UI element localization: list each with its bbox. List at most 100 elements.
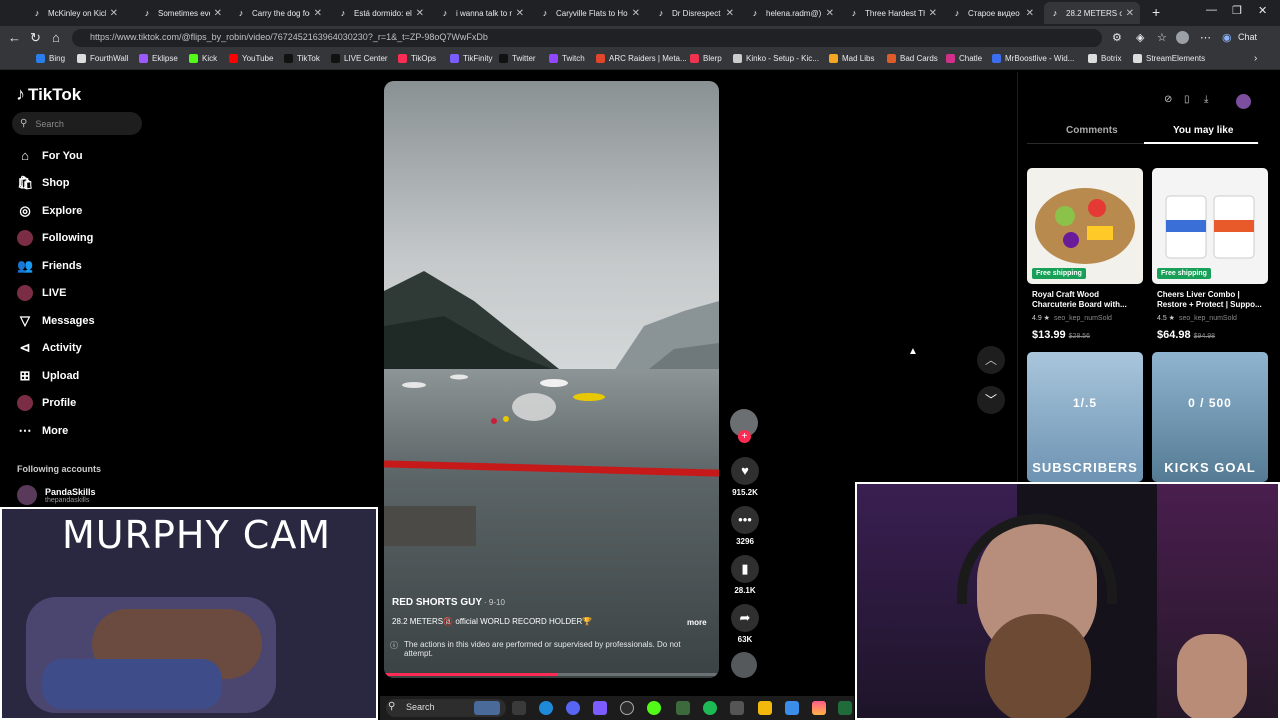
browser-tab[interactable]: ♪McKinley on Kick (8...✕ <box>26 2 124 24</box>
bookmark-item[interactable]: LIVE Center <box>331 54 388 63</box>
bookmark-item[interactable]: Botrix <box>1088 54 1121 63</box>
excel-icon[interactable] <box>838 701 852 715</box>
bookmark-item[interactable]: TikTok <box>284 54 320 63</box>
nav-item[interactable]: Profile <box>17 394 76 412</box>
nav-item[interactable]: ◎ Explore <box>17 202 82 220</box>
bookmark-item[interactable]: Mad Libs <box>829 54 874 63</box>
close-tab-icon[interactable]: ✕ <box>110 8 118 19</box>
back-icon[interactable]: ← <box>8 30 21 45</box>
nav-item[interactable]: 🛍 Shop <box>17 174 70 192</box>
nav-item[interactable]: ▽ Messages <box>17 312 95 330</box>
profile-avatar[interactable] <box>1176 31 1189 44</box>
browser-tab[interactable]: ♪helena.radm@) ...✕ <box>744 2 840 24</box>
video-player[interactable]: RED SHORTS GUY · 9-10 28.2 METERS🔞 offic… <box>384 81 719 678</box>
close-tab-icon[interactable]: ✕ <box>214 8 222 19</box>
suggested-video-card[interactable]: 0 / 500 KICKS GOAL <box>1152 352 1268 482</box>
close-tab-icon[interactable]: ✕ <box>1026 8 1034 19</box>
browser-tab[interactable]: ♪Está dormido: el ser...✕ <box>332 2 430 24</box>
bookmark-item[interactable]: FourthWall <box>77 54 128 63</box>
widget-icon[interactable] <box>474 701 500 715</box>
tab-comments[interactable]: Comments <box>1066 125 1118 136</box>
task-view-icon[interactable] <box>512 701 526 715</box>
bookmark-item[interactable]: YouTube <box>229 54 273 63</box>
minimize-icon[interactable]: — <box>1206 4 1217 16</box>
discord-icon[interactable] <box>566 701 580 715</box>
caption-more-button[interactable]: more <box>687 618 707 627</box>
comment-button[interactable]: ••• 3296 <box>730 506 760 546</box>
bookmark-item[interactable]: ARC Raiders | Meta... <box>596 54 687 63</box>
autoscroll-icon[interactable]: ⊘ <box>1164 94 1172 105</box>
bookmark-item[interactable]: MrBoostlive - Wid... <box>992 54 1074 63</box>
nav-item[interactable]: Following <box>17 229 93 247</box>
share-button[interactable]: ➦ 63K <box>730 604 760 644</box>
bookmark-item[interactable]: Blerp <box>690 54 722 63</box>
nav-item[interactable]: ⊞ Upload <box>17 367 80 385</box>
browser-tab[interactable]: ♪ Caryville Flats to Ho... ✕ <box>534 2 646 24</box>
nav-item[interactable]: LIVE <box>17 284 66 302</box>
following-account[interactable]: PandaSkills thepandaskills <box>17 485 96 505</box>
product-card[interactable]: Free shipping Royal Craft Wood Charcuter… <box>1027 168 1143 341</box>
download-icon[interactable]: ⤓ <box>1204 94 1208 105</box>
kick-app-icon[interactable] <box>647 701 661 715</box>
tiktok-logo[interactable]: ♪ TikTok <box>16 84 81 105</box>
reload-icon[interactable]: ↻ <box>30 30 41 46</box>
app-grid-icon[interactable] <box>593 701 607 715</box>
bookmark-item[interactable]: Bing <box>36 54 65 63</box>
device-icon[interactable]: ▯ <box>1184 94 1190 105</box>
suggested-video-card[interactable]: 1/.5 SUBSCRIBERS <box>1027 352 1143 482</box>
nav-item[interactable]: ⊲ Activity <box>17 339 82 357</box>
music-disc-icon[interactable] <box>731 652 757 678</box>
save-button[interactable]: ▮ 28.1K <box>730 555 760 595</box>
close-tab-icon[interactable]: ✕ <box>314 8 322 19</box>
like-button[interactable]: ♥ 915.2K <box>730 457 760 497</box>
menu-icon[interactable]: ⋯ <box>1200 31 1211 44</box>
address-bar[interactable]: https://www.tiktok.com/@flips_by_robin/v… <box>72 29 1102 47</box>
bookmark-item[interactable]: TikFinity <box>450 54 492 63</box>
close-tab-icon[interactable]: ✕ <box>516 8 524 19</box>
notepad-icon[interactable] <box>785 701 799 715</box>
next-video-button[interactable]: ﹀ <box>977 386 1005 414</box>
chat-button[interactable]: Chat <box>1238 32 1257 42</box>
bookmark-item[interactable]: Chatle <box>946 54 982 63</box>
browser-tab[interactable]: ♪28.2 METERS official...✕ <box>1044 2 1140 24</box>
bookmarks-overflow-icon[interactable]: › <box>1254 53 1257 64</box>
bookmark-item[interactable]: Twitter <box>499 54 536 63</box>
profile-avatar-icon[interactable] <box>1236 94 1251 109</box>
browser-tab[interactable]: ♪Dr Disrespect wife d...✕ <box>650 2 740 24</box>
photos-icon[interactable] <box>812 701 826 715</box>
obs-icon[interactable] <box>620 701 634 715</box>
video-progress-bar[interactable] <box>384 673 719 676</box>
file-explorer-icon[interactable] <box>758 701 772 715</box>
settings-icon[interactable] <box>730 701 744 715</box>
bookmark-item[interactable]: Twitch <box>549 54 585 63</box>
previous-video-button[interactable]: ︿ <box>977 346 1005 374</box>
bookmark-item[interactable]: StreamElements <box>1133 54 1205 63</box>
new-tab-button[interactable]: + <box>1152 4 1160 20</box>
nav-item[interactable]: ⌂ For You <box>17 147 82 165</box>
copilot-icon[interactable]: ◉ <box>1222 31 1232 44</box>
browser-tab[interactable]: ♪Старое видео наш...✕ <box>946 2 1040 24</box>
close-tab-icon[interactable]: ✕ <box>416 8 424 19</box>
close-tab-icon[interactable]: ✕ <box>1126 8 1134 19</box>
browser-tab[interactable]: ♪Three Hardest Thing...✕ <box>843 2 943 24</box>
close-tab-icon[interactable]: ✕ <box>726 8 734 19</box>
bookmark-item[interactable]: TikOps <box>398 54 436 63</box>
follow-plus-icon[interactable]: + <box>738 430 751 443</box>
edge-icon[interactable] <box>539 701 553 715</box>
video-author[interactable]: RED SHORTS GUY <box>392 597 482 608</box>
close-tab-icon[interactable]: ✕ <box>632 8 640 19</box>
extensions-icon[interactable]: ⚙ <box>1112 31 1122 44</box>
nav-item[interactable]: 👥 Friends <box>17 257 82 275</box>
close-tab-icon[interactable]: ✕ <box>826 8 834 19</box>
browser-tab[interactable]: ♪Carry the dog food...✕ <box>230 2 328 24</box>
maximize-icon[interactable]: ❐ <box>1232 4 1242 17</box>
bookmark-item[interactable]: Kick <box>189 54 217 63</box>
app-icon[interactable] <box>676 701 690 715</box>
browser-tab[interactable]: ♪Sometimes everythi...✕ <box>136 2 228 24</box>
bookmark-item[interactable]: Kinko - Setup - Kic... <box>733 54 819 63</box>
close-window-icon[interactable]: ✕ <box>1258 4 1267 17</box>
bookmark-item[interactable]: Eklipse <box>139 54 178 63</box>
browser-tab[interactable]: ♪i wanna talk to my ...✕ <box>434 2 530 24</box>
nav-item[interactable]: ⋯ More <box>17 422 69 440</box>
close-tab-icon[interactable]: ✕ <box>929 8 937 19</box>
